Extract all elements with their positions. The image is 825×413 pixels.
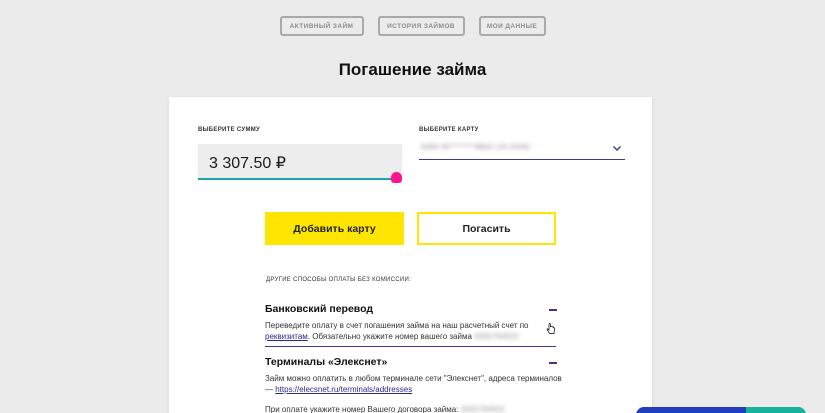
tab-loan-history[interactable]: история займов bbox=[377, 16, 465, 36]
add-card-button[interactable]: Добавить карту bbox=[265, 212, 404, 245]
bank-transfer-text-1: Переведите оплату в счет погашения займа… bbox=[265, 321, 529, 330]
amount-slider-handle[interactable] bbox=[391, 172, 402, 183]
card-select-dropdown[interactable]: 5469 50********8842 (10.2026) bbox=[419, 141, 625, 160]
card-select-value: 5469 50********8842 (10.2026) bbox=[421, 144, 531, 151]
collapse-icon[interactable] bbox=[549, 362, 557, 364]
bank-transfer-heading[interactable]: Банковский перевод bbox=[265, 303, 373, 315]
bank-transfer-text-2: . Обязательно укажите номер вашего займа bbox=[307, 332, 472, 341]
hand-cursor-icon bbox=[546, 323, 555, 334]
amount-label: выберите сумму bbox=[198, 127, 261, 133]
pay-button[interactable]: Погасить bbox=[417, 212, 556, 245]
section-divider bbox=[265, 346, 556, 347]
repayment-card: выберите сумму 3 307.50 ₽ выберите карту… bbox=[169, 97, 652, 413]
terminals-text: Займ можно оплатить в любом терминале се… bbox=[265, 373, 565, 395]
corner-widget-tab[interactable] bbox=[636, 407, 806, 413]
terminals-link[interactable]: https://elecsnet.ru/terminals/addresses bbox=[275, 385, 412, 394]
card-select-label: выберите карту bbox=[419, 127, 479, 133]
chevron-down-icon bbox=[613, 146, 621, 151]
collapse-icon[interactable] bbox=[549, 309, 557, 311]
terminals-text-2: При оплате укажите номер Вашего договора… bbox=[265, 405, 459, 413]
terminals-heading[interactable]: Терминалы «Элекснет» bbox=[265, 356, 387, 368]
tab-my-data[interactable]: мои данные bbox=[478, 16, 546, 36]
other-methods-title: другие способы оплаты без комиссии: bbox=[266, 277, 412, 283]
tab-bar: активный займ история займов мои данные bbox=[0, 16, 825, 36]
contract-number: 0000784932 bbox=[460, 405, 506, 413]
tab-active-loan[interactable]: активный займ bbox=[279, 16, 364, 36]
amount-slider-track[interactable] bbox=[198, 178, 396, 180]
contract-number-text: При оплате укажите номер Вашего договора… bbox=[265, 404, 565, 413]
page-title: Погашение займа bbox=[338, 60, 487, 79]
amount-value: 3 307.50 ₽ bbox=[209, 155, 286, 172]
loan-number: 0000784932 bbox=[474, 332, 519, 341]
requisites-link[interactable]: реквизитам bbox=[265, 332, 308, 341]
bank-transfer-text: Переведите оплату в счет погашения займа… bbox=[265, 320, 565, 342]
amount-field[interactable]: 3 307.50 ₽ bbox=[198, 144, 402, 178]
